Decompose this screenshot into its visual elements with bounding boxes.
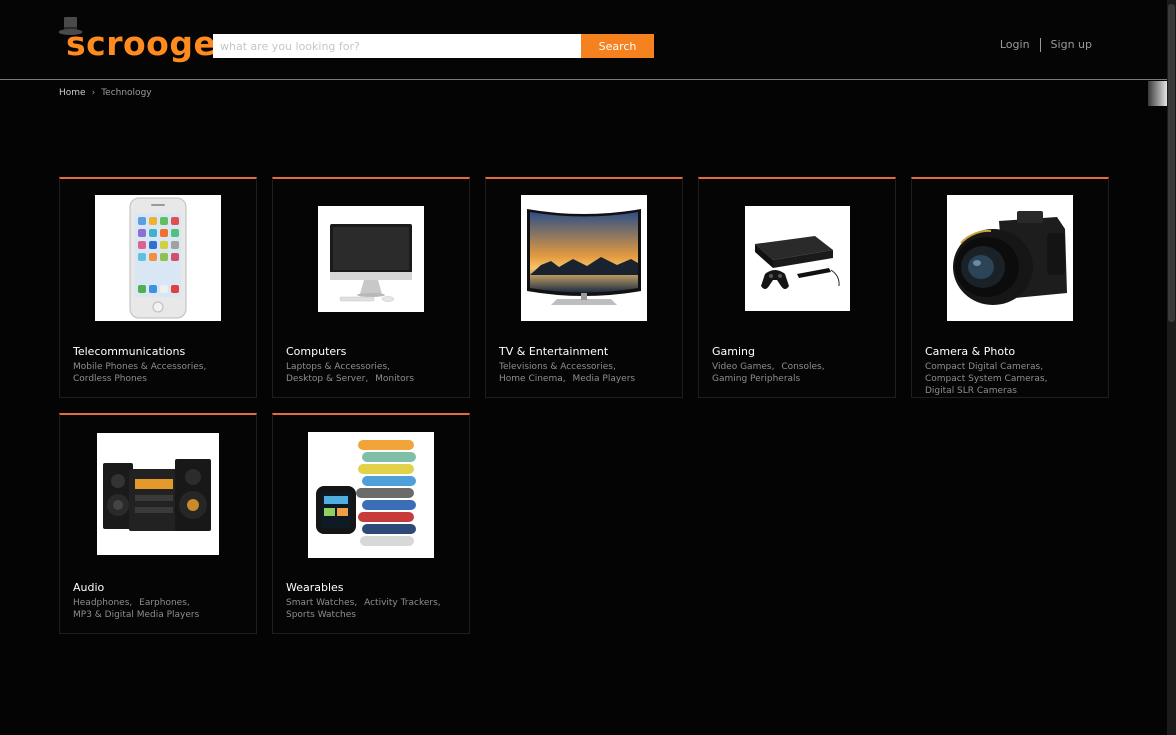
category-title[interactable]: Gaming: [712, 345, 755, 358]
subcategory-link[interactable]: Laptops & Accessories: [286, 362, 387, 372]
subcategory-link[interactable]: Activity Trackers: [364, 598, 438, 608]
subcategory-link[interactable]: Mobile Phones & Accessories: [73, 362, 203, 372]
logo-text: scrooge: [66, 24, 217, 63]
subcategory-link[interactable]: Sports Watches: [286, 610, 356, 620]
subcategory-link[interactable]: MP3 & Digital Media Players: [73, 610, 199, 620]
category-title[interactable]: Telecommunications: [73, 345, 185, 358]
subcategory-link[interactable]: Monitors: [375, 374, 414, 384]
search-input[interactable]: [213, 34, 581, 58]
category-title[interactable]: TV & Entertainment: [499, 345, 608, 358]
subcategory-link[interactable]: Desktop & Server: [286, 374, 365, 384]
category-card-computers[interactable]: Computers Laptops & Accessories, Desktop…: [272, 177, 470, 398]
category-card-gaming[interactable]: Gaming Video Games, Consoles, Gaming Per…: [698, 177, 896, 398]
search-button[interactable]: Search: [581, 34, 654, 58]
wearables-image[interactable]: [308, 432, 434, 558]
subcategory-list: Mobile Phones & Accessories, Cordless Ph…: [73, 362, 207, 384]
subcategory-list: Televisions & Accessories, Home Cinema, …: [499, 362, 636, 384]
dslr-camera-image[interactable]: [947, 195, 1073, 321]
subcategory-list: Compact Digital Cameras, Compact System …: [925, 362, 1048, 396]
vertical-scrollbar[interactable]: [1167, 0, 1176, 735]
subcategory-list: Headphones, Earphones, MP3 & Digital Med…: [73, 598, 200, 620]
subcategory-link[interactable]: Gaming Peripherals: [712, 374, 800, 384]
subcategory-link[interactable]: Cordless Phones: [73, 374, 147, 384]
scrollbar-thumb[interactable]: [1168, 4, 1175, 322]
category-card-audio[interactable]: Audio Headphones, Earphones, MP3 & Digit…: [59, 413, 257, 634]
category-card-wearables[interactable]: Wearables Smart Watches, Activity Tracke…: [272, 413, 470, 634]
imac-image[interactable]: [318, 206, 424, 312]
login-link[interactable]: Login: [1000, 38, 1041, 52]
category-title[interactable]: Audio: [73, 581, 104, 594]
breadcrumb-current: Technology: [101, 88, 152, 98]
subcategory-list: Video Games, Consoles, Gaming Peripheral…: [712, 362, 825, 384]
subcategory-link[interactable]: Compact System Cameras: [925, 374, 1045, 384]
site-header: scrooge Search Login Sign up: [0, 0, 1176, 80]
subcategory-link[interactable]: Video Games: [712, 362, 772, 372]
category-card-tv-entertainment[interactable]: TV & Entertainment Televisions & Accesso…: [485, 177, 683, 398]
curved-tv-image[interactable]: [521, 195, 647, 321]
breadcrumb: Home › Technology: [59, 88, 152, 98]
subcategory-link[interactable]: Home Cinema: [499, 374, 563, 384]
breadcrumb-home[interactable]: Home: [59, 88, 86, 98]
chevron-right-icon: ›: [91, 88, 96, 98]
subcategory-list: Smart Watches, Activity Trackers, Sports…: [286, 598, 441, 620]
subcategory-list: Laptops & Accessories, Desktop & Server,…: [286, 362, 415, 384]
category-card-telecommunications[interactable]: Telecommunications Mobile Phones & Acces…: [59, 177, 257, 398]
category-title[interactable]: Wearables: [286, 581, 344, 594]
subcategory-link[interactable]: Televisions & Accessories: [499, 362, 613, 372]
subcategory-link[interactable]: Headphones: [73, 598, 129, 608]
category-title[interactable]: Computers: [286, 345, 346, 358]
auth-links: Login Sign up: [1000, 38, 1092, 52]
subcategory-link[interactable]: Compact Digital Cameras: [925, 362, 1040, 372]
subcategory-link[interactable]: Earphones: [139, 598, 187, 608]
subcategory-link[interactable]: Digital SLR Cameras: [925, 386, 1017, 396]
subcategory-link[interactable]: Consoles: [781, 362, 821, 372]
hifi-system-image[interactable]: [97, 433, 219, 555]
game-console-image[interactable]: [745, 206, 850, 311]
iphone-image[interactable]: [95, 195, 221, 321]
signup-link[interactable]: Sign up: [1041, 38, 1092, 52]
category-card-camera-photo[interactable]: Camera & Photo Compact Digital Cameras, …: [911, 177, 1109, 398]
category-title[interactable]: Camera & Photo: [925, 345, 1015, 358]
subcategory-link[interactable]: Smart Watches: [286, 598, 354, 608]
scrooge-logo[interactable]: scrooge: [58, 16, 216, 66]
subcategory-link[interactable]: Media Players: [573, 374, 636, 384]
side-tab-handle[interactable]: [1148, 81, 1167, 106]
